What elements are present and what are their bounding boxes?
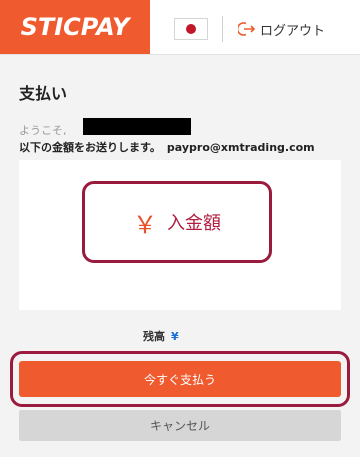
amount-placeholder: 入金額 <box>167 213 221 234</box>
balance-currency: ¥ <box>171 330 179 343</box>
page-title: 支払い <box>19 84 68 103</box>
welcome-text: ようこそ, <box>19 124 67 137</box>
yen-currency-icon: ￥ <box>133 210 157 239</box>
japan-flag-icon[interactable] <box>174 18 208 40</box>
logout-label: ログアウト <box>260 23 326 39</box>
cancel-button[interactable]: キャンセル <box>19 410 341 441</box>
pay-now-button[interactable]: 今すぐ支払う <box>19 361 341 397</box>
balance-line: 残高 ¥ <box>143 328 179 344</box>
flag-disc <box>186 24 196 34</box>
logout-icon <box>238 21 256 37</box>
header-divider <box>222 16 223 42</box>
instruction-text: 以下の金額をお送りします。 <box>19 141 161 154</box>
sticpay-logo[interactable]: STICPAY <box>0 0 150 54</box>
instruction-line: 以下の金額をお送りします。 paypro@xmtrading.com <box>19 139 315 155</box>
balance-label: 残高 <box>143 330 165 343</box>
logout-link[interactable]: ログアウト <box>238 19 325 39</box>
amount-input[interactable]: ￥ 入金額 <box>82 181 272 263</box>
header-bar: STICPAY ログアウト <box>0 0 360 55</box>
redacted-username <box>83 118 191 135</box>
recipient-email: paypro@xmtrading.com <box>166 141 315 154</box>
